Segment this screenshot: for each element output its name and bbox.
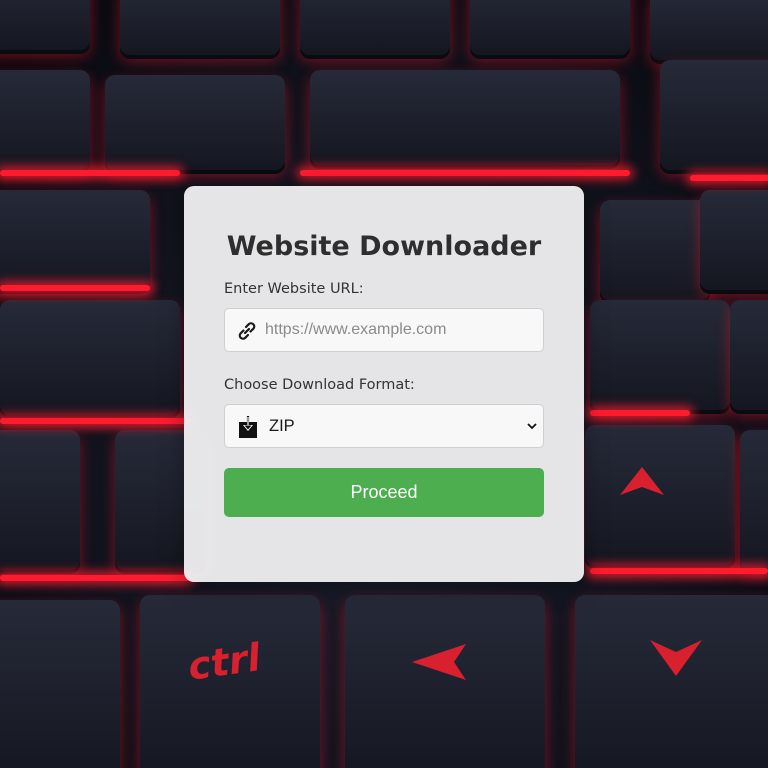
- left-arrow-key-legend: [412, 644, 466, 680]
- background-key: [660, 60, 768, 170]
- key-glow: [0, 575, 190, 581]
- background-key: [300, 0, 450, 55]
- format-selected-value: ZIP: [269, 417, 295, 435]
- background-key: [0, 430, 80, 570]
- background-key: [590, 300, 730, 410]
- background-key: [0, 190, 150, 290]
- background-key: [650, 0, 768, 60]
- background-key: [120, 0, 280, 55]
- key-glow: [300, 170, 630, 176]
- background-key: [600, 200, 710, 300]
- key-glow: [0, 285, 150, 291]
- background-key: [0, 300, 180, 415]
- key-glow: [0, 170, 180, 176]
- format-select[interactable]: ZIP: [224, 404, 544, 448]
- download-icon: [239, 416, 257, 438]
- link-icon: [238, 322, 256, 340]
- background-key: [105, 75, 285, 170]
- background-key: [0, 70, 90, 170]
- page-title: Website Downloader: [226, 231, 542, 262]
- chevron-down-icon: [527, 423, 537, 430]
- background-key: [0, 0, 90, 50]
- background-key: [470, 0, 630, 55]
- downloader-card: Website Downloader Enter Website URL: Ch…: [184, 186, 584, 582]
- url-input[interactable]: [265, 309, 535, 351]
- background-key: [740, 430, 768, 570]
- key-glow: [690, 175, 768, 181]
- key-glow: [590, 568, 768, 574]
- background-key: [575, 595, 768, 768]
- url-label: Enter Website URL:: [224, 281, 364, 297]
- down-arrow-key-legend: [650, 640, 702, 676]
- background-key: [700, 190, 768, 290]
- key-glow: [0, 418, 190, 424]
- background-key: [730, 300, 768, 410]
- background-key: [310, 70, 620, 165]
- background-key: [0, 600, 120, 768]
- key-glow: [590, 410, 690, 416]
- up-arrow-key-legend: [620, 467, 664, 495]
- proceed-button[interactable]: Proceed: [224, 468, 544, 517]
- format-label: Choose Download Format:: [224, 377, 415, 393]
- url-field[interactable]: [224, 308, 544, 352]
